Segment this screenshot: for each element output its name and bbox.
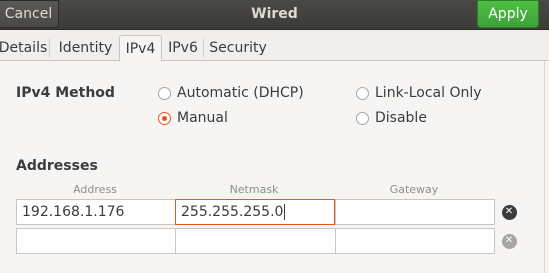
radio-label: Manual bbox=[177, 110, 228, 126]
radio-label: Disable bbox=[375, 110, 427, 126]
address-input[interactable]: 192.168.1.176 bbox=[17, 200, 175, 224]
ipv4-method-label: IPv4 Method bbox=[16, 85, 115, 101]
radio-indicator[interactable] bbox=[158, 86, 171, 100]
radio-link-local-only[interactable]: Link-Local Only bbox=[356, 85, 482, 101]
column-header-gateway: Gateway bbox=[389, 183, 439, 196]
radio-indicator[interactable] bbox=[356, 111, 369, 125]
cancel-button[interactable]: Cancel bbox=[0, 0, 59, 28]
tab-ipv4[interactable]: IPv4 bbox=[119, 35, 162, 62]
netmask-input[interactable] bbox=[175, 229, 335, 253]
text-caret bbox=[284, 204, 286, 220]
column-header-address: Address bbox=[73, 183, 117, 196]
window-title: Wired bbox=[251, 6, 298, 22]
radio-indicator[interactable] bbox=[356, 86, 369, 100]
header-bar: Wired Cancel Apply bbox=[0, 0, 549, 30]
tab-security[interactable]: Security bbox=[204, 35, 272, 61]
tab-details[interactable]: Details bbox=[0, 35, 50, 61]
close-icon: ✕ bbox=[501, 204, 517, 220]
address-row: 192.168.1.176 255.255.255.0 bbox=[16, 199, 495, 225]
tab-identity[interactable]: Identity bbox=[52, 35, 119, 61]
remove-address-button[interactable]: ✕ bbox=[496, 199, 522, 225]
radio-label: Link-Local Only bbox=[375, 85, 482, 101]
address-row bbox=[16, 228, 495, 254]
gateway-input[interactable] bbox=[335, 200, 494, 224]
radio-label: Automatic (DHCP) bbox=[177, 85, 304, 101]
tab-ipv6[interactable]: IPv6 bbox=[162, 35, 204, 61]
column-header-netmask: Netmask bbox=[229, 183, 279, 196]
close-icon: ✕ bbox=[501, 233, 517, 249]
radio-disable[interactable]: Disable bbox=[356, 110, 427, 126]
address-value: 192.168.1.176 bbox=[22, 204, 125, 220]
radio-manual[interactable]: Manual bbox=[158, 110, 228, 126]
radio-indicator-selected[interactable] bbox=[158, 111, 171, 125]
netmask-value: 255.255.255.0 bbox=[181, 204, 284, 220]
remove-address-button-disabled[interactable]: ✕ bbox=[496, 228, 522, 254]
addresses-label: Addresses bbox=[16, 158, 98, 174]
radio-automatic-dhcp[interactable]: Automatic (DHCP) bbox=[158, 85, 304, 101]
apply-button[interactable]: Apply bbox=[477, 0, 539, 28]
tab-bar: Details Identity IPv4 IPv6 Security bbox=[0, 30, 549, 62]
netmask-input[interactable]: 255.255.255.0 bbox=[175, 199, 335, 225]
address-input[interactable] bbox=[17, 229, 175, 253]
scroll-edge bbox=[544, 61, 545, 273]
gateway-input[interactable] bbox=[335, 229, 494, 253]
